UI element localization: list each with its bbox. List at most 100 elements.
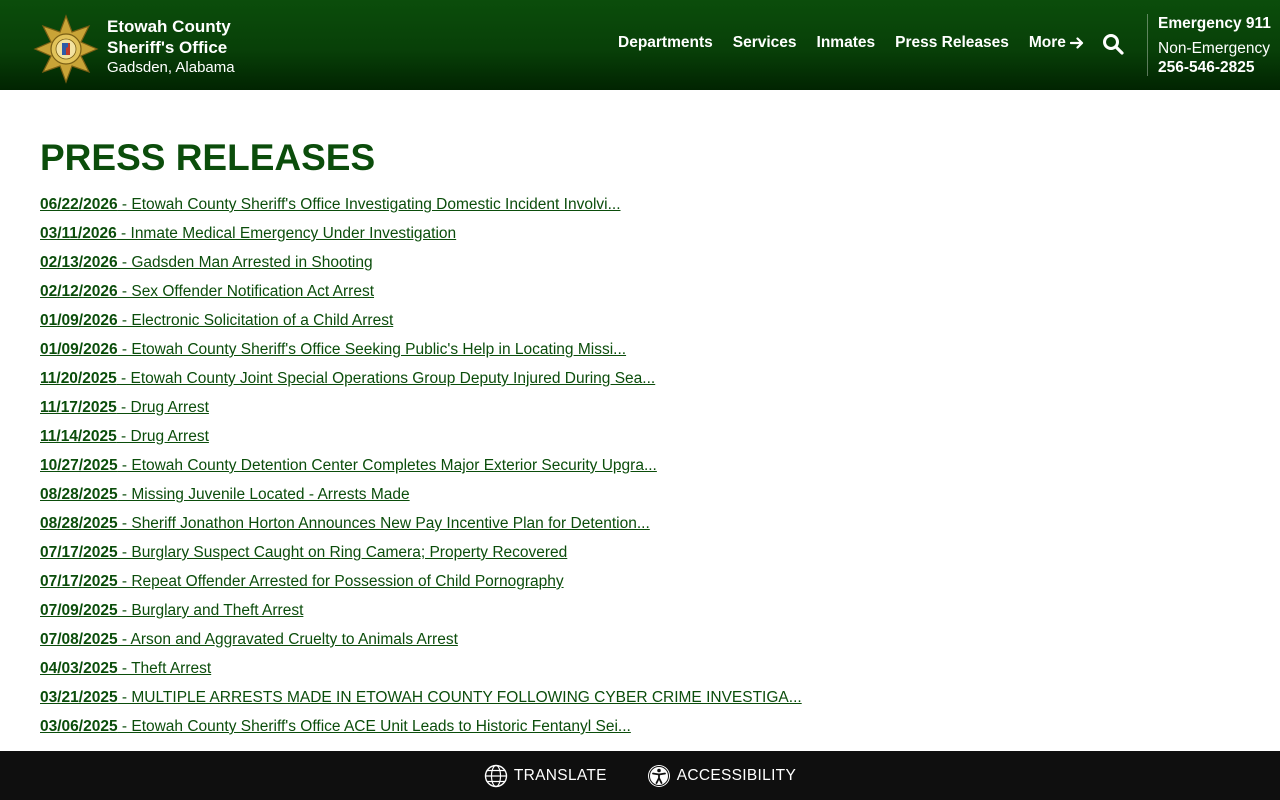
accessibility-button[interactable]: ACCESSIBILITY: [647, 764, 796, 788]
emergency-contact: Emergency 911 Non-Emergency 256-546-2825: [1158, 14, 1271, 77]
page-title: PRESS RELEASES: [40, 137, 376, 178]
release-date: 07/09/2025: [40, 602, 118, 619]
sheriff-star-badge-logo[interactable]: [31, 14, 101, 84]
nav-press-releases[interactable]: Press Releases: [895, 34, 1009, 52]
list-item: 11/20/2025 - Etowah County Joint Special…: [40, 368, 1240, 397]
press-release-link[interactable]: 01/09/2026 - Electronic Solicitation of …: [40, 312, 393, 329]
emergency-911-label[interactable]: Emergency 911: [1158, 14, 1271, 33]
brand-location: Gadsden, Alabama: [107, 59, 235, 76]
nav-inmates[interactable]: Inmates: [817, 34, 876, 52]
release-title: - Etowah County Joint Special Operations…: [116, 370, 656, 387]
release-title: - Inmate Medical Emergency Under Investi…: [116, 225, 457, 242]
press-release-link[interactable]: 07/17/2025 - Repeat Offender Arrested fo…: [40, 573, 564, 590]
list-item: 04/03/2025 - Theft Arrest: [40, 658, 1240, 687]
main-nav: Departments Services Inmates Press Relea…: [618, 34, 1104, 52]
release-date: 02/12/2026: [40, 283, 118, 300]
brand-name-line2: Sheriff's Office: [107, 38, 228, 57]
release-date: 07/08/2025: [40, 631, 118, 648]
release-title: - Repeat Offender Arrested for Possessio…: [117, 573, 564, 590]
release-date: 07/17/2025: [40, 573, 118, 590]
list-item: 03/21/2025 - MULTIPLE ARRESTS MADE IN ET…: [40, 687, 1240, 716]
release-title: - Burglary Suspect Caught on Ring Camera…: [117, 544, 568, 561]
nav-departments[interactable]: Departments: [618, 34, 713, 52]
list-item: 08/28/2025 - Missing Juvenile Located - …: [40, 484, 1240, 513]
site-header: Etowah County Sheriff's Office Gadsden, …: [0, 0, 1280, 90]
press-release-link[interactable]: 03/21/2025 - MULTIPLE ARRESTS MADE IN ET…: [40, 689, 802, 706]
release-title: - Electronic Solicitation of a Child Arr…: [117, 312, 394, 329]
press-release-link[interactable]: 03/06/2025 - Etowah County Sheriff's Off…: [40, 718, 631, 735]
release-date: 02/13/2026: [40, 254, 118, 271]
release-date: 01/09/2026: [40, 312, 118, 329]
list-item: 03/11/2026 - Inmate Medical Emergency Un…: [40, 223, 1240, 252]
release-title: - Gadsden Man Arrested in Shooting: [117, 254, 373, 271]
arrow-right-icon: [1069, 37, 1084, 49]
search-icon[interactable]: [1101, 32, 1125, 56]
release-date: 08/28/2025: [40, 486, 118, 503]
press-release-link[interactable]: 01/09/2026 - Etowah County Sheriff's Off…: [40, 341, 626, 358]
main-content: PRESS RELEASES 06/22/2026 - Etowah Count…: [40, 138, 1240, 745]
list-item: 07/08/2025 - Arson and Aggravated Cruelt…: [40, 629, 1240, 658]
release-title: - Etowah County Sheriff's Office Seeking…: [117, 341, 627, 358]
accessibility-label: ACCESSIBILITY: [676, 766, 797, 784]
release-date: 11/20/2025: [40, 370, 117, 387]
translate-button[interactable]: TRANSLATE: [484, 764, 607, 788]
list-item: 10/27/2025 - Etowah County Detention Cen…: [40, 455, 1240, 484]
release-title: - Sheriff Jonathon Horton Announces New …: [117, 515, 650, 532]
list-item: 08/28/2025 - Sheriff Jonathon Horton Ann…: [40, 513, 1240, 542]
release-title: - Etowah County Sheriff's Office Investi…: [117, 196, 621, 213]
brand-name-line1: Etowah County: [107, 17, 231, 36]
release-date: 10/27/2025: [40, 457, 118, 474]
header-divider: [1147, 14, 1148, 76]
nav-services[interactable]: Services: [733, 34, 797, 52]
release-date: 04/03/2025: [40, 660, 118, 677]
press-release-link[interactable]: 07/17/2025 - Burglary Suspect Caught on …: [40, 544, 567, 561]
release-title: - Burglary and Theft Arrest: [117, 602, 304, 619]
press-release-link[interactable]: 11/17/2025 - Drug Arrest: [40, 399, 209, 416]
press-release-link[interactable]: 03/11/2026 - Inmate Medical Emergency Un…: [40, 225, 456, 242]
translate-label: TRANSLATE: [513, 766, 607, 784]
globe-icon: [484, 764, 508, 787]
list-item: 01/09/2026 - Electronic Solicitation of …: [40, 310, 1240, 339]
press-release-link[interactable]: 11/14/2025 - Drug Arrest: [40, 428, 209, 445]
list-item: 07/17/2025 - Repeat Offender Arrested fo…: [40, 571, 1240, 600]
bottom-utility-bar: TRANSLATE ACCESSIBILITY: [0, 751, 1280, 800]
press-release-link[interactable]: 07/09/2025 - Burglary and Theft Arrest: [40, 602, 303, 619]
press-release-link[interactable]: 08/28/2025 - Missing Juvenile Located - …: [40, 486, 410, 503]
release-title: - Arson and Aggravated Cruelty to Animal…: [117, 631, 458, 648]
release-title: - Etowah County Sheriff's Office ACE Uni…: [117, 718, 631, 735]
list-item: 01/09/2026 - Etowah County Sheriff's Off…: [40, 339, 1240, 368]
press-release-link[interactable]: 02/12/2026 - Sex Offender Notification A…: [40, 283, 374, 300]
accessibility-icon: [647, 764, 670, 787]
release-date: 03/21/2025: [40, 689, 118, 706]
list-item: 07/09/2025 - Burglary and Theft Arrest: [40, 600, 1240, 629]
press-release-link[interactable]: 11/20/2025 - Etowah County Joint Special…: [40, 370, 655, 387]
press-release-link[interactable]: 04/03/2025 - Theft Arrest: [40, 660, 211, 677]
press-release-link[interactable]: 06/22/2026 - Etowah County Sheriff's Off…: [40, 196, 621, 213]
release-title: - Theft Arrest: [117, 660, 212, 677]
nav-more-label: More: [1028, 34, 1066, 51]
press-release-list: 06/22/2026 - Etowah County Sheriff's Off…: [40, 194, 1240, 745]
press-release-link[interactable]: 07/08/2025 - Arson and Aggravated Cruelt…: [40, 631, 458, 648]
release-title: - MULTIPLE ARRESTS MADE IN ETOWAH COUNTY…: [117, 689, 802, 706]
release-date: 11/14/2025: [40, 428, 117, 445]
release-title: - Etowah County Detention Center Complet…: [117, 457, 657, 474]
release-title: - Missing Juvenile Located - Arrests Mad…: [117, 486, 410, 503]
release-date: 06/22/2026: [40, 196, 118, 213]
release-date: 01/09/2026: [40, 341, 118, 358]
press-release-link[interactable]: 02/13/2026 - Gadsden Man Arrested in Sho…: [40, 254, 373, 271]
list-item: 02/12/2026 - Sex Offender Notification A…: [40, 281, 1240, 310]
list-item: 11/17/2025 - Drug Arrest: [40, 397, 1240, 426]
non-emergency-label: Non-Emergency: [1158, 40, 1270, 57]
release-date: 03/11/2026: [40, 225, 117, 242]
list-item: 03/06/2025 - Etowah County Sheriff's Off…: [40, 716, 1240, 745]
release-date: 03/06/2025: [40, 718, 118, 735]
press-release-link[interactable]: 10/27/2025 - Etowah County Detention Cen…: [40, 457, 657, 474]
release-date: 08/28/2025: [40, 515, 118, 532]
non-emergency-phone[interactable]: 256-546-2825: [1158, 58, 1271, 77]
list-item: 06/22/2026 - Etowah County Sheriff's Off…: [40, 194, 1240, 223]
nav-more[interactable]: More: [1029, 34, 1084, 52]
press-release-link[interactable]: 08/28/2025 - Sheriff Jonathon Horton Ann…: [40, 515, 650, 532]
site-brand[interactable]: Etowah County Sheriff's Office Gadsden, …: [107, 16, 235, 77]
release-title: - Drug Arrest: [116, 399, 209, 416]
list-item: 02/13/2026 - Gadsden Man Arrested in Sho…: [40, 252, 1240, 281]
